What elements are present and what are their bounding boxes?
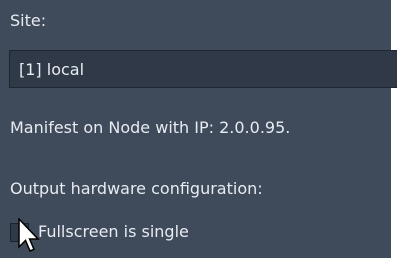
manifest-info-text: Manifest on Node with IP: 2.0.0.95. — [10, 118, 291, 137]
fullscreen-checkbox-row[interactable]: Fullscreen is single — [10, 221, 270, 245]
site-select[interactable]: [1] local — [9, 50, 397, 88]
settings-panel: Site: [1] local Manifest on Node with IP… — [0, 0, 397, 258]
site-select-value: [1] local — [19, 60, 85, 79]
fullscreen-checkbox-label[interactable]: Fullscreen is single — [38, 222, 189, 241]
mouse-pointer-arrow-icon — [18, 218, 40, 252]
output-hardware-label: Output hardware configuration: — [10, 179, 263, 198]
site-label: Site: — [10, 11, 47, 30]
